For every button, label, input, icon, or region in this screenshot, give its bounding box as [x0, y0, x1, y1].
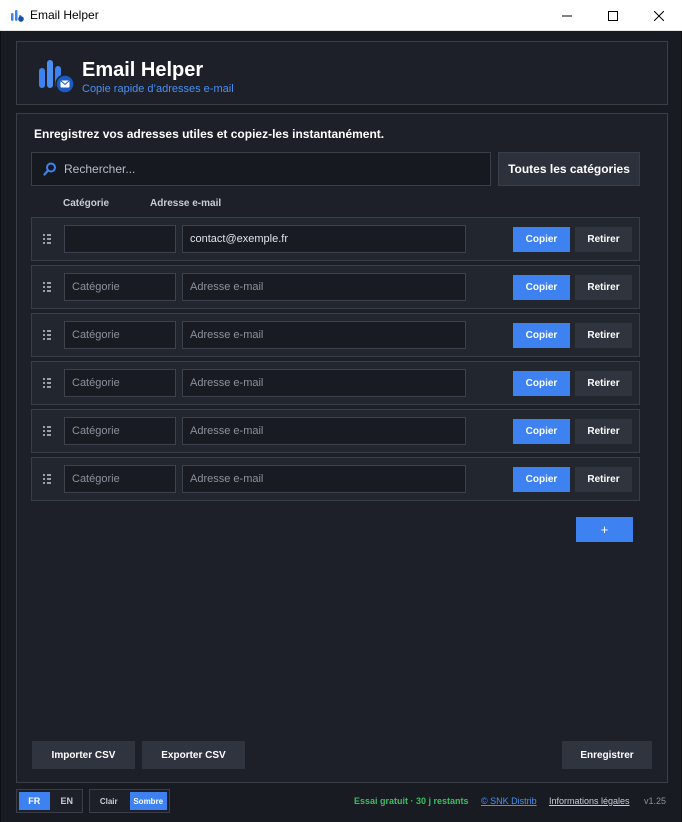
- minimize-icon: [562, 15, 572, 16]
- remove-button[interactable]: Retirer: [575, 419, 632, 444]
- snk-distrib-link[interactable]: © SNK Distrib: [481, 796, 537, 806]
- intro-text: Enregistrez vos adresses utiles et copie…: [34, 127, 385, 141]
- import-csv-button[interactable]: Importer CSV: [32, 741, 135, 769]
- remove-button[interactable]: Retirer: [575, 371, 632, 396]
- email-input[interactable]: [182, 321, 466, 349]
- drag-handle-icon[interactable]: [43, 426, 51, 436]
- category-input[interactable]: [64, 369, 176, 397]
- email-input[interactable]: [182, 369, 466, 397]
- drag-handle-icon[interactable]: [43, 234, 51, 244]
- email-row: CopierRetirer: [31, 217, 640, 261]
- remove-button[interactable]: Retirer: [575, 467, 632, 492]
- maximize-icon: [608, 10, 618, 21]
- copy-button[interactable]: Copier: [513, 467, 570, 492]
- drag-handle-icon[interactable]: [43, 474, 51, 484]
- email-input[interactable]: [182, 225, 466, 253]
- trial-status: Essai gratuit · 30 j restants: [354, 796, 469, 806]
- drag-handle-icon[interactable]: [43, 282, 51, 292]
- category-input[interactable]: [64, 321, 176, 349]
- column-header-category: Catégorie: [63, 198, 110, 209]
- app-subtitle: Copie rapide d’adresses e-mail: [82, 83, 234, 95]
- email-input[interactable]: [182, 465, 466, 493]
- logo-icon: [39, 60, 75, 94]
- search-box[interactable]: [31, 152, 491, 186]
- theme-dark-button[interactable]: Sombre: [129, 792, 167, 810]
- category-input[interactable]: [64, 225, 176, 253]
- drag-handle-icon[interactable]: [43, 378, 51, 388]
- header-panel: Email Helper Copie rapide d’adresses e-m…: [16, 41, 668, 105]
- app-name: Email Helper: [82, 59, 204, 81]
- search-icon: [43, 162, 56, 176]
- email-row: CopierRetirer: [31, 409, 640, 453]
- email-row: CopierRetirer: [31, 313, 640, 357]
- window-titlebar: Email Helper: [0, 0, 682, 31]
- email-row: CopierRetirer: [31, 361, 640, 405]
- theme-light-button[interactable]: Clair: [90, 790, 128, 812]
- remove-button[interactable]: Retirer: [575, 275, 632, 300]
- app-icon: [11, 10, 24, 22]
- category-input[interactable]: [64, 273, 176, 301]
- remove-button[interactable]: Retirer: [575, 323, 632, 348]
- version-label: v1.25: [644, 796, 667, 806]
- footer: FR EN Clair Sombre Essai gratuit · 30 j …: [1, 783, 682, 822]
- search-input[interactable]: [64, 153, 484, 185]
- email-row: CopierRetirer: [31, 265, 640, 309]
- minimize-button[interactable]: [544, 0, 590, 31]
- export-csv-button[interactable]: Exporter CSV: [142, 741, 245, 769]
- copy-button[interactable]: Copier: [513, 275, 570, 300]
- add-row-button[interactable]: +: [576, 517, 633, 542]
- category-input[interactable]: [64, 465, 176, 493]
- save-button[interactable]: Enregistrer: [562, 741, 652, 769]
- legal-info-link[interactable]: Informations légales: [549, 796, 630, 806]
- app-body: Email Helper Copie rapide d’adresses e-m…: [0, 31, 682, 822]
- window-title: Email Helper: [30, 8, 99, 22]
- maximize-button[interactable]: [590, 0, 636, 31]
- email-input[interactable]: [182, 417, 466, 445]
- theme-toggle: Clair Sombre: [89, 789, 170, 813]
- copy-button[interactable]: Copier: [513, 227, 570, 252]
- copy-button[interactable]: Copier: [513, 419, 570, 444]
- drag-handle-icon[interactable]: [43, 330, 51, 340]
- language-toggle: FR EN: [16, 789, 83, 813]
- lang-en-button[interactable]: EN: [52, 790, 83, 812]
- main-panel: Enregistrez vos adresses utiles et copie…: [16, 113, 668, 783]
- category-filter-dropdown[interactable]: Toutes les catégories: [498, 152, 640, 186]
- close-button[interactable]: [636, 0, 682, 31]
- email-row: CopierRetirer: [31, 457, 640, 501]
- email-input[interactable]: [182, 273, 466, 301]
- copy-button[interactable]: Copier: [513, 323, 570, 348]
- column-header-email: Adresse e-mail: [150, 198, 222, 209]
- close-icon: [654, 10, 664, 21]
- category-input[interactable]: [64, 417, 176, 445]
- lang-fr-button[interactable]: FR: [19, 792, 50, 810]
- copy-button[interactable]: Copier: [513, 371, 570, 396]
- remove-button[interactable]: Retirer: [575, 227, 632, 252]
